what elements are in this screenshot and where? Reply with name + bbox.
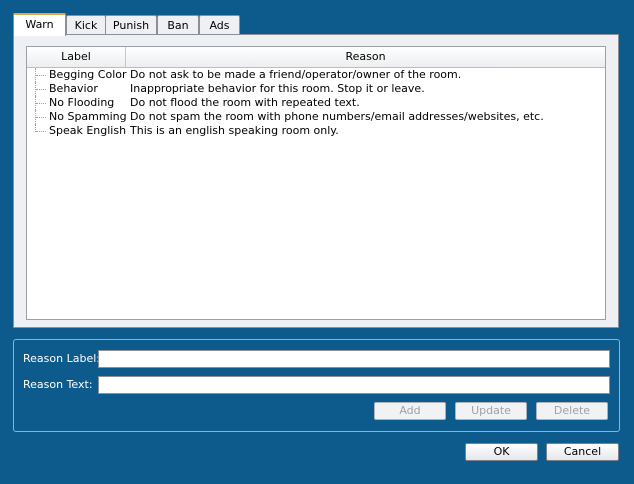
warn-tab-panel: Label Reason Begging Color Do not ask to…: [13, 34, 619, 328]
row-reason: Do not spam the room with phone numbers/…: [130, 110, 544, 123]
reason-text-input[interactable]: [98, 376, 610, 394]
table-row[interactable]: Speak English This is an english speakin…: [27, 124, 605, 138]
tree-connector: [36, 89, 46, 90]
table-row[interactable]: Behavior Inappropriate behavior for this…: [27, 82, 605, 96]
column-header-label[interactable]: Label: [27, 47, 126, 67]
row-label: Begging Color: [49, 68, 127, 81]
column-header-reason[interactable]: Reason: [126, 47, 605, 67]
row-reason: Inappropriate behavior for this room. St…: [130, 82, 425, 95]
row-reason: This is an english speaking room only.: [130, 124, 339, 137]
reason-label-caption: Reason Label:: [23, 352, 100, 365]
tab-ban[interactable]: Ban: [157, 15, 199, 35]
table-row[interactable]: No Flooding Do not flood the room with r…: [27, 96, 605, 110]
tree-connector: [36, 131, 46, 132]
row-reason: Do not flood the room with repeated text…: [130, 96, 360, 109]
tab-punish[interactable]: Punish: [105, 15, 157, 35]
reason-editor-group: Reason Label: Reason Text: Add Update De…: [13, 339, 620, 432]
update-button[interactable]: Update: [455, 402, 527, 420]
add-button[interactable]: Add: [374, 402, 446, 420]
reason-text-caption: Reason Text:: [23, 378, 93, 391]
tab-warn[interactable]: Warn: [13, 13, 66, 36]
tree-connector: [36, 75, 46, 76]
delete-button[interactable]: Delete: [536, 402, 608, 420]
tab-kick[interactable]: Kick: [66, 15, 106, 35]
row-label: Speak English: [49, 124, 127, 137]
tree-connector: [36, 117, 46, 118]
cancel-button[interactable]: Cancel: [546, 443, 619, 461]
row-label: No Flooding: [49, 96, 115, 109]
tab-ads[interactable]: Ads: [199, 15, 240, 35]
row-reason: Do not ask to be made a friend/operator/…: [130, 68, 462, 81]
table-header: Label Reason: [27, 47, 605, 68]
reasons-table[interactable]: Label Reason Begging Color Do not ask to…: [26, 46, 606, 320]
table-row[interactable]: Begging Color Do not ask to be made a fr…: [27, 68, 605, 82]
tree-connector: [36, 103, 46, 104]
ok-button[interactable]: OK: [465, 443, 538, 461]
row-label: No Spamming: [49, 110, 127, 123]
table-row[interactable]: No Spamming Do not spam the room with ph…: [27, 110, 605, 124]
row-label: Behavior: [49, 82, 98, 95]
reason-label-input[interactable]: [98, 350, 610, 368]
